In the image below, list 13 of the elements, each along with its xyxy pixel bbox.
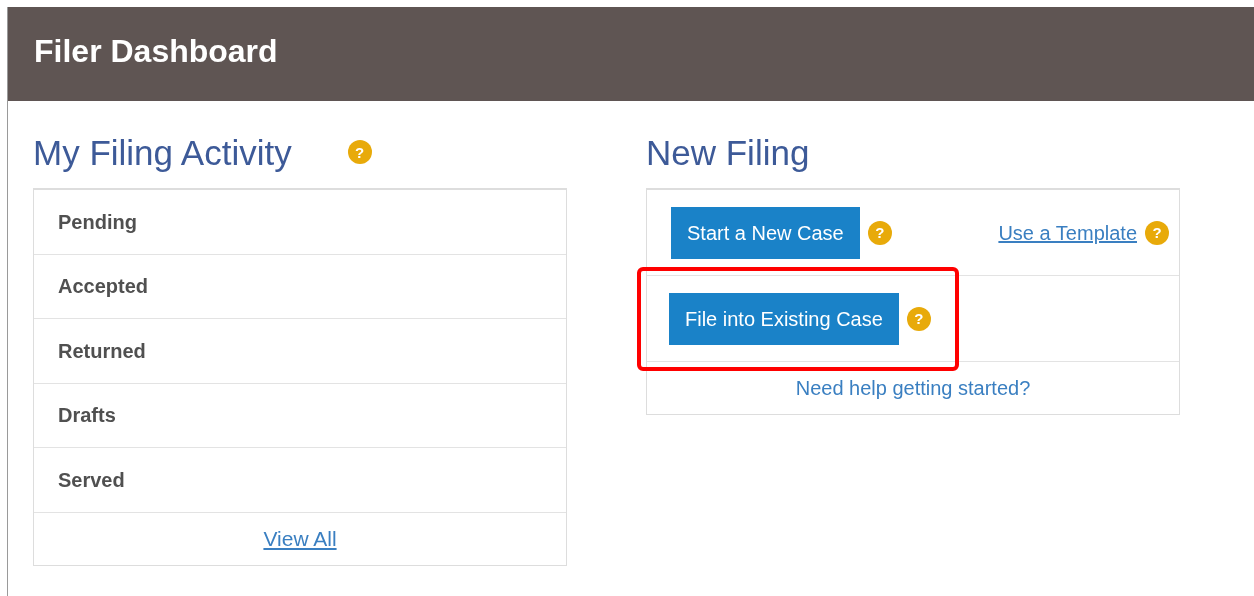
section-title: New Filing xyxy=(646,134,810,170)
page-title: Filer Dashboard xyxy=(34,31,278,71)
action-button[interactable]: Start a New Case xyxy=(671,206,860,259)
section-title: My Filing Activity xyxy=(33,134,292,170)
status-item[interactable]: Returned xyxy=(58,335,146,366)
action-button[interactable]: File into Existing Case xyxy=(669,292,899,345)
status-item[interactable]: Served xyxy=(58,464,125,495)
status-item[interactable]: Accepted xyxy=(58,271,149,302)
template-link[interactable]: Use a Template xyxy=(998,217,1137,248)
help-link[interactable]: Need help getting started? xyxy=(795,373,1031,403)
status-item[interactable]: Pending xyxy=(58,206,137,237)
status-item[interactable]: Drafts xyxy=(58,400,116,431)
view-all-link[interactable]: View All xyxy=(263,522,337,555)
